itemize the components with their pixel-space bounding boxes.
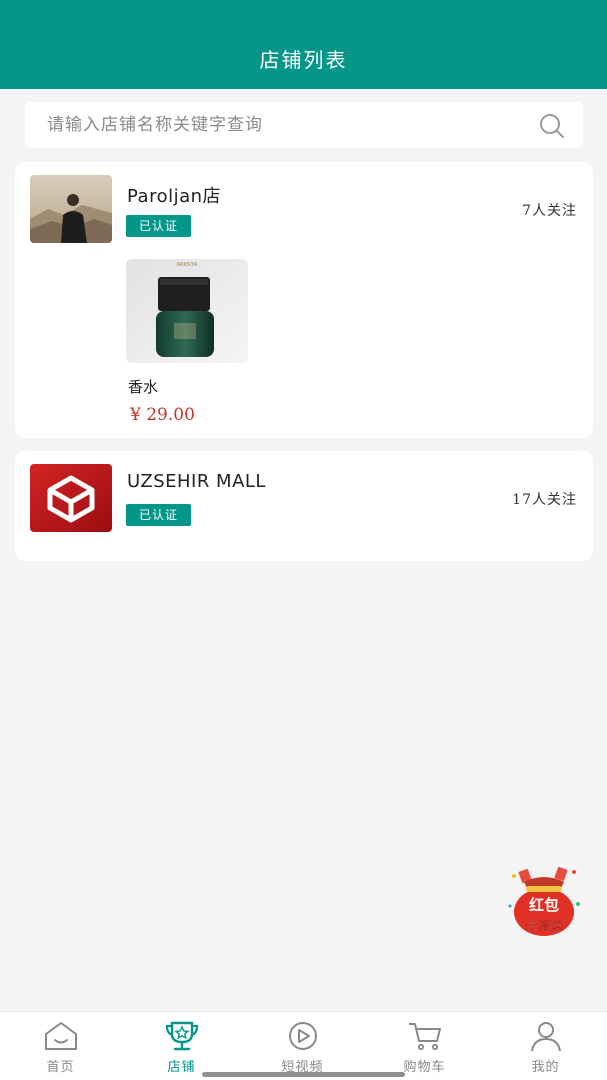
follower-count: 7人关注 <box>522 203 577 219</box>
product-name[interactable]: 香水 <box>128 376 158 397</box>
tab-cart[interactable]: 购物车 <box>364 1012 485 1080</box>
follower-count: 17人关注 <box>512 492 577 508</box>
home-indicator <box>202 1072 405 1077</box>
tab-label: 我的 <box>531 1060 560 1075</box>
play-icon <box>289 1022 317 1050</box>
shop-card[interactable]: UZSEHIR MALL 已认证 17人关注 <box>15 451 593 561</box>
shop-avatar[interactable] <box>30 464 112 532</box>
tab-home[interactable]: 首页 <box>0 1012 121 1080</box>
bottom-tab-bar: 首页 店铺 短视频 购物车 我的 <box>0 1011 607 1080</box>
shop-name[interactable]: UZSEHIR MALL <box>127 471 266 492</box>
tab-shop[interactable]: 店铺 <box>121 1012 242 1080</box>
red-packet-promo-button[interactable]: 红包 大派送 <box>506 866 582 938</box>
shop-card[interactable]: Paroljan店 已认证 7人关注 AKKSIYA 香水 ¥ 29.00 <box>15 162 593 438</box>
tab-label: 首页 <box>46 1060 75 1075</box>
tab-profile[interactable]: 我的 <box>485 1012 606 1080</box>
promo-line2: 大派送 <box>526 918 563 933</box>
cart-icon <box>409 1023 441 1051</box>
tab-short-video[interactable]: 短视频 <box>242 1012 363 1080</box>
shop-trophy-icon <box>165 1021 199 1051</box>
verified-badge: 已认证 <box>126 215 191 237</box>
verified-badge: 已认证 <box>126 504 191 526</box>
top-app-bar: 店铺列表 <box>0 0 607 89</box>
product-image[interactable]: AKKSIYA <box>126 259 248 363</box>
product-brand-text: AKKSIYA <box>177 262 198 268</box>
shop-avatar[interactable] <box>30 175 112 243</box>
home-icon <box>45 1022 77 1050</box>
page-title: 店铺列表 <box>259 48 348 72</box>
search-input[interactable] <box>47 102 527 148</box>
promo-line1: 红包 <box>529 896 559 914</box>
product-price: ¥ 29.00 <box>130 405 195 425</box>
search-bar[interactable] <box>25 102 583 148</box>
user-icon <box>531 1022 561 1052</box>
search-icon[interactable] <box>539 113 565 139</box>
shop-name[interactable]: Paroljan店 <box>127 182 221 208</box>
